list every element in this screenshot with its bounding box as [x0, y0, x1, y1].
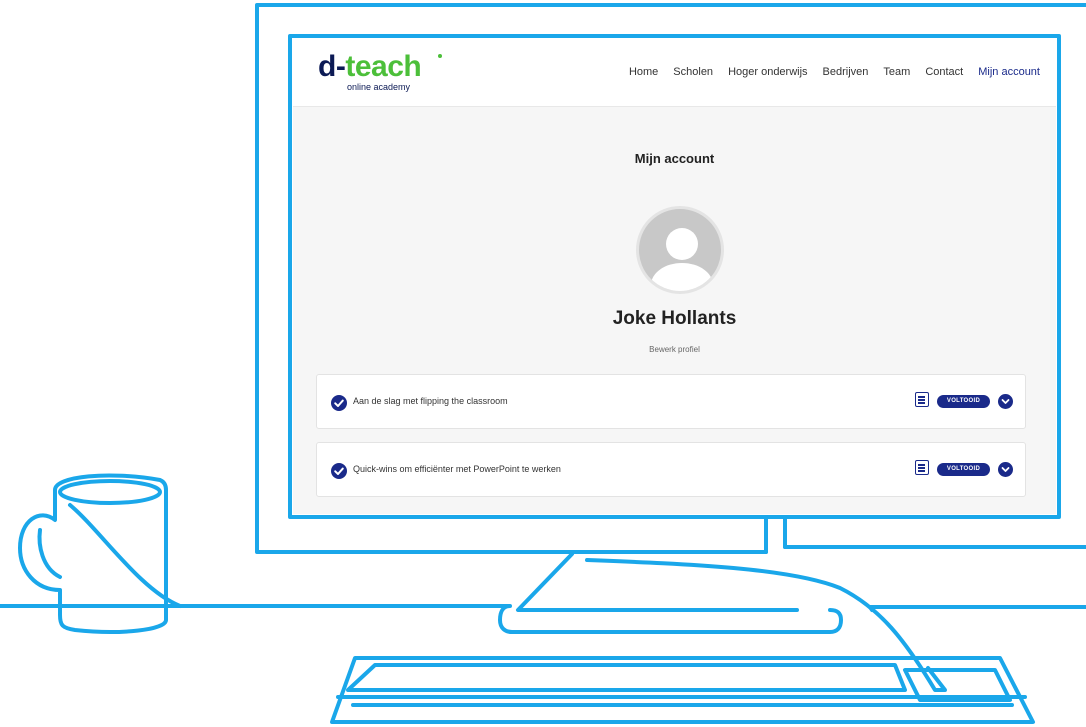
nav-hoger-onderwijs[interactable]: Hoger onderwijs [728, 66, 807, 78]
course-title[interactable]: Aan de slag met flipping the classroom [353, 396, 508, 406]
avatar [636, 206, 724, 294]
course-card[interactable]: Aan de slag met flipping the classroom V… [316, 374, 1026, 429]
edit-profile-link[interactable]: Bewerk profiel [293, 345, 1056, 354]
monitor-neck [764, 515, 787, 554]
course-card[interactable]: Quick-wins om efficiënter met PowerPoint… [316, 442, 1026, 497]
course-title[interactable]: Quick-wins om efficiënter met PowerPoint… [353, 464, 561, 474]
status-badge: VOLTOOID [937, 463, 990, 476]
avatar-head-icon [666, 228, 698, 260]
chevron-down-icon[interactable] [998, 462, 1013, 477]
status-badge: VOLTOOID [937, 395, 990, 408]
check-circle-icon [331, 395, 347, 411]
website-screen: d-teach online academy Home Scholen Hoge… [293, 40, 1056, 514]
nav-home[interactable]: Home [629, 66, 658, 78]
profile-name: Joke Hollants [612, 308, 737, 329]
monitor-stand [516, 552, 799, 612]
mug-outline [18, 473, 168, 634]
logo-wordmark: d-teach [318, 50, 422, 83]
page-title: Mijn account [634, 151, 715, 166]
site-header: d-teach online academy Home Scholen Hoge… [293, 40, 1056, 107]
keyboard-outline [330, 656, 1035, 724]
nav-scholen[interactable]: Scholen [673, 66, 713, 78]
document-icon[interactable] [915, 460, 929, 475]
check-circle-icon [331, 463, 347, 479]
logo-dot [438, 54, 442, 58]
nav-mijn-account[interactable]: Mijn account [978, 66, 1040, 78]
nav-contact[interactable]: Contact [925, 66, 963, 78]
nav-team[interactable]: Team [883, 66, 910, 78]
document-icon[interactable] [915, 392, 929, 407]
avatar-body-icon [651, 263, 713, 291]
d-teach-logo[interactable]: d-teach online academy [318, 50, 442, 92]
chevron-down-icon[interactable] [998, 394, 1013, 409]
nav-bedrijven[interactable]: Bedrijven [823, 66, 869, 78]
logo-part1: d- [318, 50, 346, 83]
logo-part2: teach [345, 50, 422, 83]
main-nav: Home Scholen Hoger onderwijs Bedrijven T… [629, 66, 1040, 78]
logo-tagline: online academy [347, 82, 411, 92]
